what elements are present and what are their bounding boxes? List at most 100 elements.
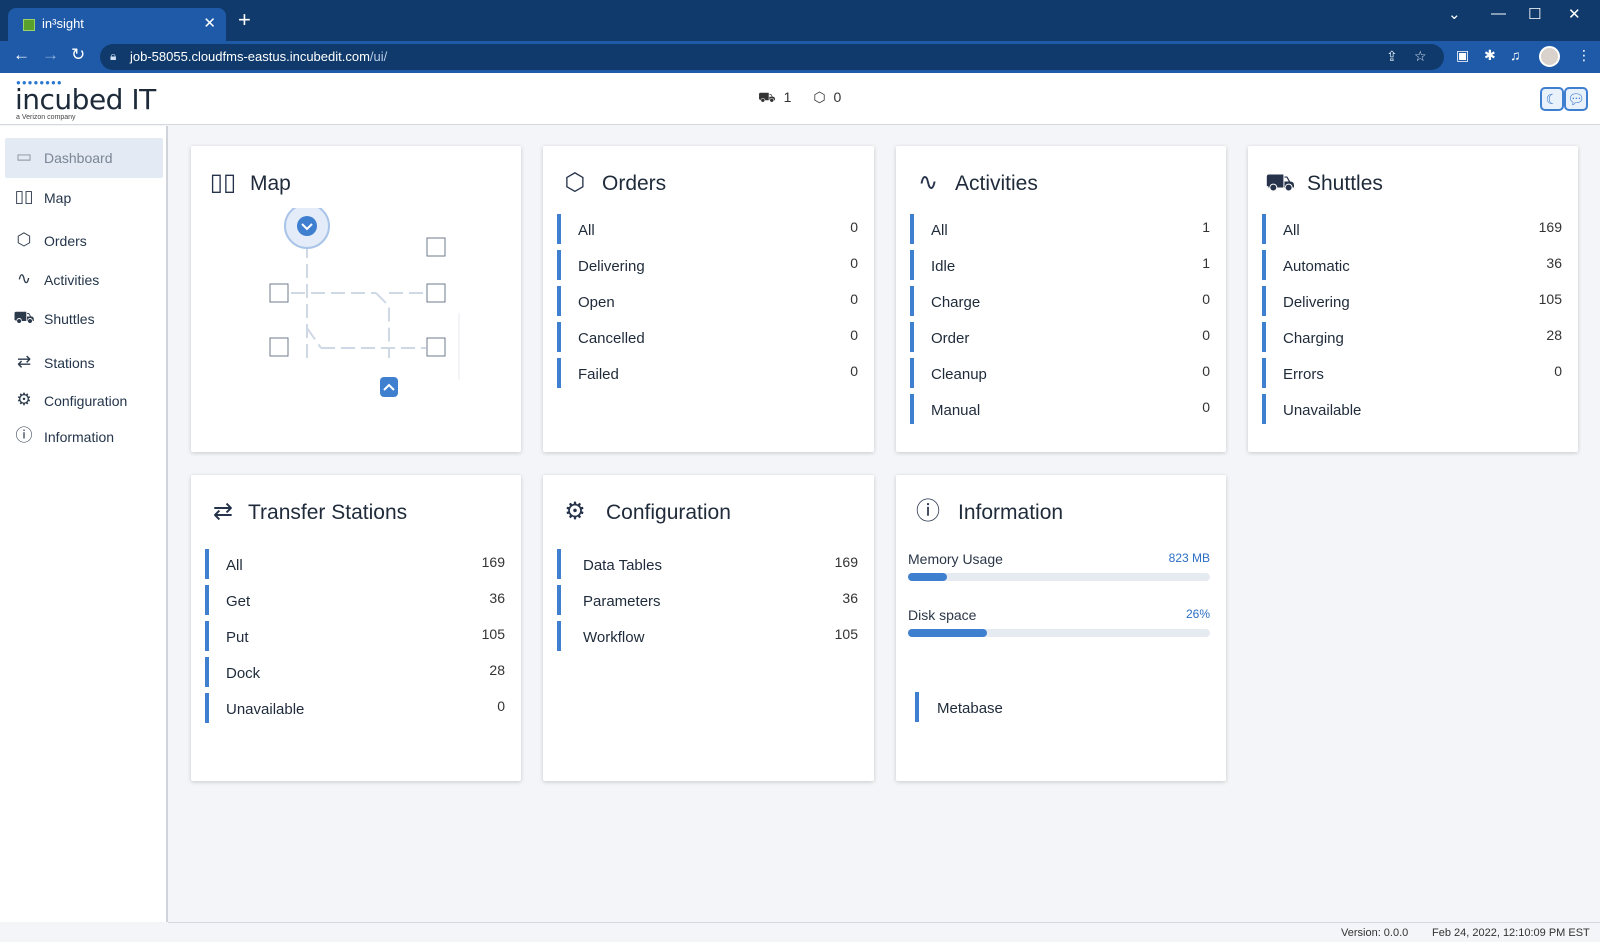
row-value: 0 <box>1202 399 1210 415</box>
sidebar-item-label: Shuttles <box>44 311 95 327</box>
browser-tab[interactable]: in³sight ✕ <box>8 8 226 41</box>
list-item[interactable]: Failed 0 <box>557 358 858 388</box>
sidebar-item-configuration[interactable]: ⚙ Configuration <box>5 381 163 421</box>
url-field[interactable]: 🔒︎ job-58055.cloudfms-eastus.incubedit.c… <box>100 44 1444 70</box>
back-icon[interactable]: ← <box>13 46 30 63</box>
transfer-stations-card[interactable]: ⇄ Transfer Stations All 169 Get 36 Put 105 … <box>191 475 521 781</box>
url-host: job-58055.cloudfms-eastus.incubedit.com <box>130 49 370 64</box>
row-label: Metabase <box>937 700 1003 717</box>
orders-card[interactable]: ⬡ Orders All 0 Delivering 0 Open 0 Cancelle… <box>543 146 874 452</box>
list-item[interactable]: Cleanup 0 <box>910 358 1210 388</box>
new-tab-button[interactable]: + <box>238 9 251 31</box>
row-value: 1 <box>1202 255 1210 271</box>
forward-icon[interactable]: → <box>42 46 59 63</box>
maximize-icon[interactable]: ☐ <box>1528 5 1541 23</box>
sidebar-item-dashboard[interactable]: ▭ Dashboard <box>5 138 163 178</box>
list-item[interactable]: Put 105 <box>205 621 505 651</box>
list-item[interactable]: Workflow 105 <box>557 621 858 651</box>
dark-mode-button[interactable]: ☾ <box>1540 87 1564 111</box>
minimize-icon[interactable]: — <box>1491 5 1506 22</box>
row-value: 36 <box>842 590 858 606</box>
row-value: 36 <box>489 590 505 606</box>
sidebar-item-label: Map <box>44 190 72 206</box>
reload-icon[interactable]: ↻ <box>71 46 85 63</box>
list-item[interactable]: All 0 <box>557 214 858 244</box>
pulse-icon: ∿ <box>917 169 939 196</box>
row-label: Delivering <box>1283 294 1350 311</box>
list-item[interactable]: Get 36 <box>205 585 505 615</box>
sidebar-item-map[interactable]: ▯▯ Map <box>5 178 163 218</box>
row-label: Workflow <box>583 629 645 646</box>
sidebar-item-orders[interactable]: ⬡ Orders <box>5 221 163 261</box>
configuration-card[interactable]: ⚙ Configuration Data Tables 169 Parameter… <box>543 475 874 781</box>
list-item[interactable]: Dock 28 <box>205 657 505 687</box>
list-item[interactable]: Delivering 105 <box>1262 286 1562 316</box>
list-item[interactable]: Order 0 <box>910 322 1210 352</box>
version-label: Version: 0.0.0 <box>1341 927 1409 939</box>
favicon-icon <box>23 19 35 31</box>
activities-card[interactable]: ∿ Activities All 1 Idle 1 Charge 0 Order 0 C… <box>896 146 1226 452</box>
list-item[interactable]: Cancelled 0 <box>557 322 858 352</box>
row-label: Delivering <box>578 258 645 275</box>
camera-icon[interactable]: ▣ <box>1456 47 1469 64</box>
list-item[interactable]: All 169 <box>205 549 505 579</box>
profile-avatar[interactable] <box>1539 46 1560 67</box>
list-item[interactable]: Errors 0 <box>1262 358 1562 388</box>
tab-search-icon[interactable]: ⌄ <box>1448 5 1461 23</box>
shuttle-count: 1 <box>783 89 792 105</box>
map-preview[interactable] <box>251 208 467 408</box>
media-icon[interactable]: ♫ <box>1510 47 1521 63</box>
list-item[interactable]: Delivering 0 <box>557 250 858 280</box>
row-value: 0 <box>1202 363 1210 379</box>
list-item[interactable]: All 169 <box>1262 214 1562 244</box>
memory-progress-track <box>908 573 1210 581</box>
sidebar-item-information[interactable]: ⓘ Information <box>5 417 163 457</box>
metabase-link[interactable]: Metabase <box>915 692 1210 722</box>
address-bar-row: ← → ↻ 🔒︎ job-58055.cloudfms-eastus.incub… <box>0 41 1600 73</box>
order-count: 0 <box>833 89 842 105</box>
extensions-icon[interactable]: ✱ <box>1484 47 1496 64</box>
window-close-icon[interactable]: ✕ <box>1568 5 1581 23</box>
chat-button[interactable]: 💬︎ <box>1564 87 1588 111</box>
browser-menu-icon[interactable]: ⋮ <box>1577 47 1591 64</box>
close-tab-icon[interactable]: ✕ <box>203 14 216 32</box>
list-item[interactable]: Unavailable 0 <box>205 693 505 723</box>
list-item[interactable]: Parameters 36 <box>557 585 858 615</box>
sidebar-item-shuttles[interactable]: ⛟ Shuttles <box>5 299 163 339</box>
row-label: Errors <box>1283 366 1324 383</box>
bookmark-star-icon[interactable]: ☆ <box>1414 48 1427 65</box>
row-label: Open <box>578 294 615 311</box>
row-value: 0 <box>497 698 505 714</box>
row-value: 0 <box>1202 291 1210 307</box>
row-label: Get <box>226 593 251 610</box>
list-item[interactable]: Open 0 <box>557 286 858 316</box>
card-title: Configuration <box>606 501 731 524</box>
row-label: Order <box>931 330 970 347</box>
row-label: Cleanup <box>931 366 987 383</box>
map-card[interactable]: ▯▯ Map <box>191 146 521 452</box>
logo-wordmark: incubed IT <box>15 83 156 116</box>
laptop-icon: ▭ <box>15 147 33 166</box>
sidebar-item-stations[interactable]: ⇄ Stations <box>5 343 163 383</box>
list-item[interactable]: Charge 0 <box>910 286 1210 316</box>
information-card[interactable]: ⓘ Information Memory Usage 823 MB Disk s… <box>896 475 1226 781</box>
stations-icon: ⇄ <box>212 498 234 525</box>
list-item[interactable]: Data Tables 169 <box>557 549 858 579</box>
footer-bar: Version: 0.0.0 Feb 24, 2022, 12:10:09 PM… <box>168 922 1600 942</box>
card-title: Activities <box>955 172 1038 195</box>
share-icon[interactable]: ⇪ <box>1386 48 1398 65</box>
map-icon: ▯▯ <box>209 169 237 196</box>
list-item[interactable]: Manual 0 <box>910 394 1210 424</box>
row-value: 36 <box>1546 255 1562 271</box>
list-item[interactable]: Unavailable <box>1262 394 1562 424</box>
sidebar: ▭ Dashboard ▯▯ Map ⬡ Orders ∿ Activities… <box>0 126 168 922</box>
sidebar-item-activities[interactable]: ∿ Activities <box>5 260 163 300</box>
list-item[interactable]: Idle 1 <box>910 250 1210 280</box>
list-item[interactable]: All 1 <box>910 214 1210 244</box>
shuttles-card[interactable]: ⛟ Shuttles All 169 Automatic 36 Delivering… <box>1248 146 1578 452</box>
box-icon: ⬡ <box>16 230 32 249</box>
row-label: All <box>1283 222 1300 239</box>
list-item[interactable]: Automatic 36 <box>1262 250 1562 280</box>
list-item[interactable]: Charging 28 <box>1262 322 1562 352</box>
gear-icon: ⚙ <box>564 498 586 525</box>
